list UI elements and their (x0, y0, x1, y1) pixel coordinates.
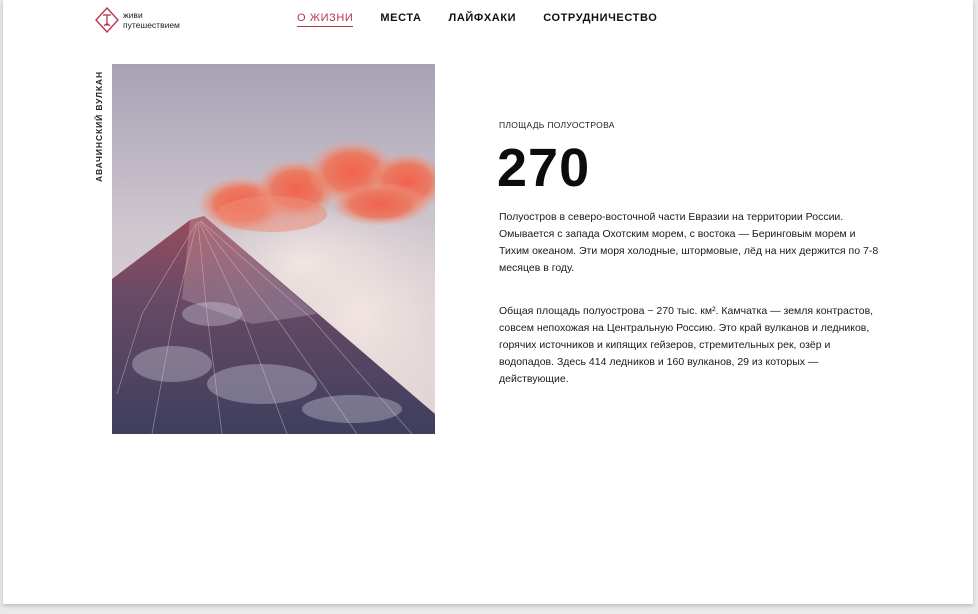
stat-label: ПЛОЩАДЬ ПОЛУОСТРОВА (499, 120, 615, 130)
nav-item-lifehacks[interactable]: ЛАЙФХАКИ (449, 12, 517, 27)
nav-item-cooperation[interactable]: СОТРУДНИЧЕСТВО (543, 12, 657, 27)
brand-logo[interactable]: живи путешествием (95, 7, 180, 33)
main-nav: О ЖИЗНИ МЕСТА ЛАЙФХАКИ СОТРУДНИЧЕСТВО (297, 12, 657, 27)
brand-line-1: живи (123, 10, 143, 20)
nav-item-places[interactable]: МЕСТА (380, 12, 421, 27)
description-paragraph-1: Полуостров в северо-восточной части Евра… (499, 211, 879, 274)
description-paragraph-2: Общая площадь полуострова ~ 270 тыс. км²… (499, 305, 874, 385)
page: живи путешествием О ЖИЗНИ МЕСТА ЛАЙФХАКИ… (3, 0, 973, 604)
brand-name: живи путешествием (123, 10, 180, 30)
diamond-logo-icon (95, 7, 119, 33)
photo-caption: АВАЧИНСКИЙ ВУЛКАН (94, 71, 104, 182)
volcano-photo (112, 64, 435, 434)
nav-item-about-life[interactable]: О ЖИЗНИ (297, 12, 354, 27)
brand-line-2: путешествием (123, 20, 180, 30)
stat-value: 270 (497, 138, 591, 198)
